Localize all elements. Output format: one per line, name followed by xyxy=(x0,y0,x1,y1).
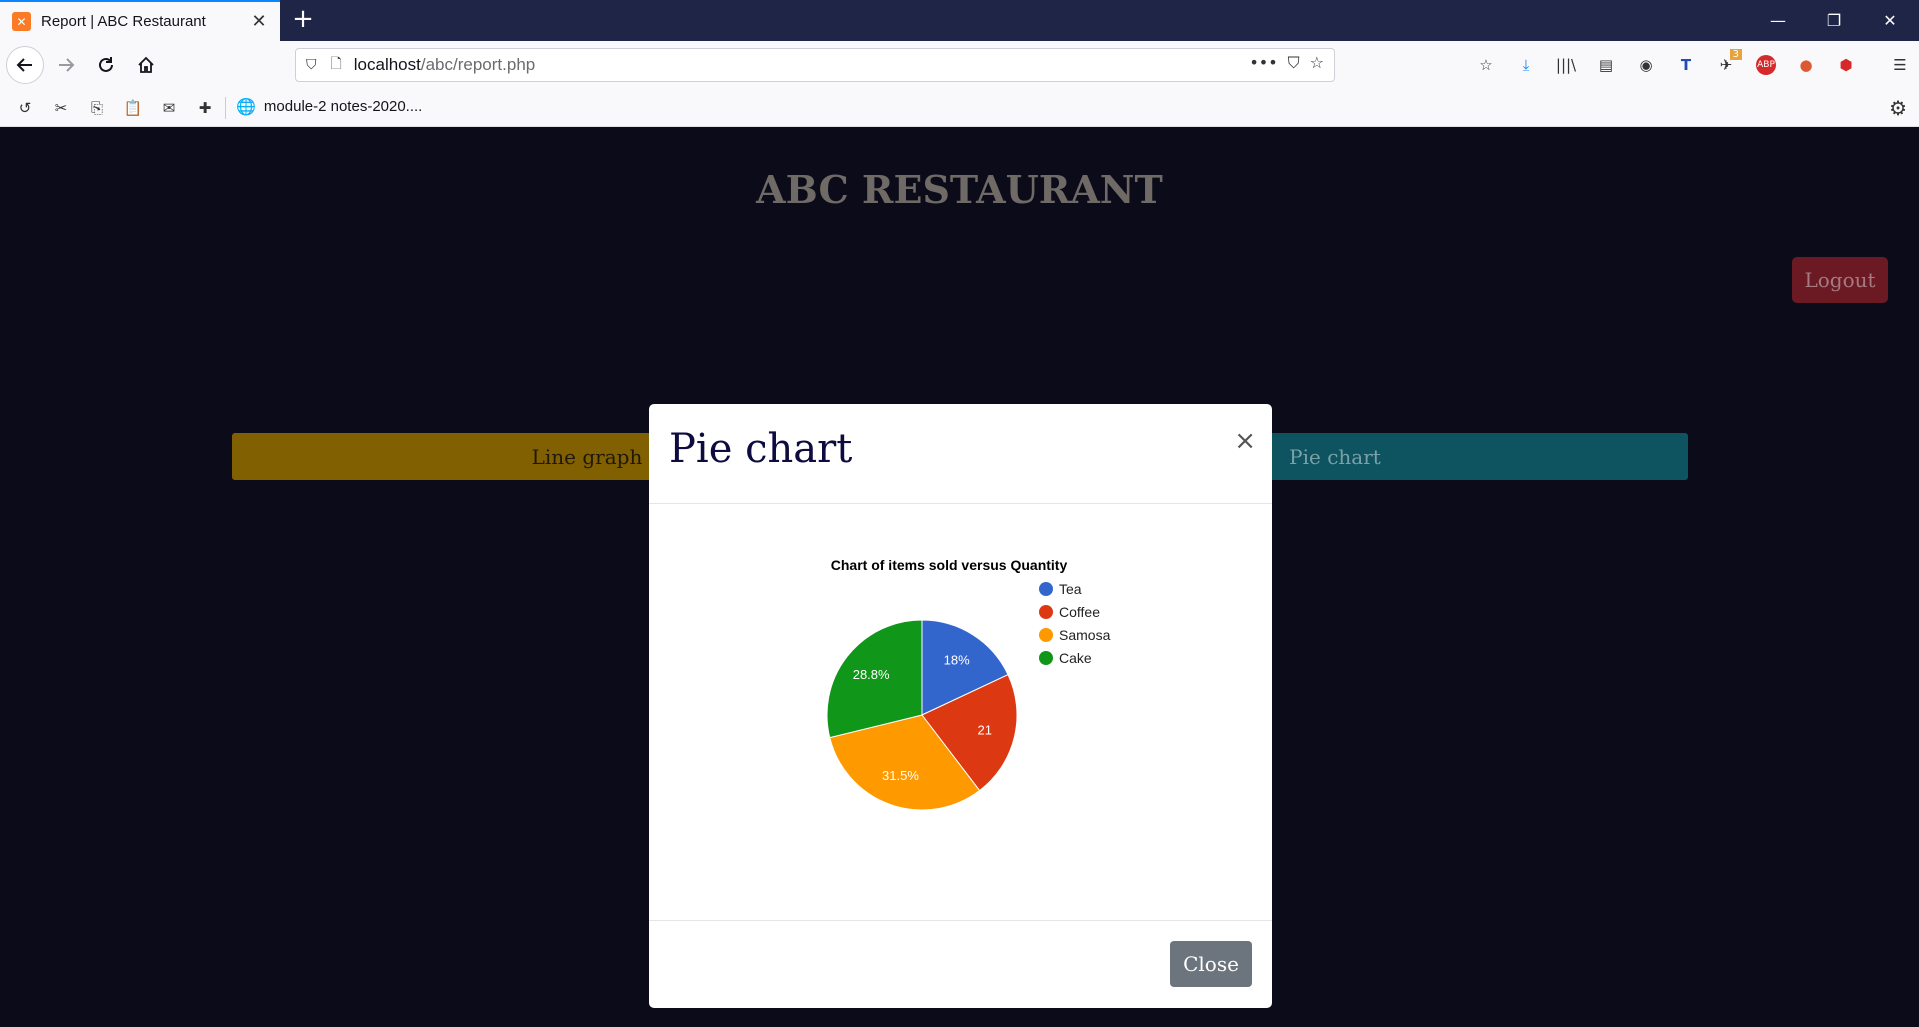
close-button[interactable]: Close xyxy=(1170,941,1252,987)
legend-swatch xyxy=(1039,628,1053,642)
download-icon[interactable]: ⤓ xyxy=(1510,49,1542,81)
tab-close-icon[interactable]: ✕ xyxy=(248,11,270,32)
email-icon[interactable]: ✉ xyxy=(154,96,184,120)
modal-footer: Close xyxy=(649,920,1272,1008)
legend-swatch xyxy=(1039,651,1053,665)
duckduckgo-icon[interactable]: ● xyxy=(1790,49,1822,81)
legend-label: Cake xyxy=(1059,650,1092,666)
legend-label: Tea xyxy=(1059,581,1082,597)
legend-item-coffee[interactable]: Coffee xyxy=(1039,604,1100,620)
minimize-icon[interactable]: — xyxy=(1750,0,1806,41)
navigation-bar: ⛉ 🗋 localhost/abc/report.php ••• ⛉ ☆ ☆ ⤓… xyxy=(0,41,1919,89)
legend-label: Coffee xyxy=(1059,604,1100,620)
page-actions-icon[interactable]: ••• xyxy=(1249,53,1277,73)
logout-button[interactable]: Logout xyxy=(1792,257,1888,303)
reading-list-icon[interactable]: ☆ xyxy=(1470,49,1502,81)
extension-badge-icon[interactable]: ✈ 3 xyxy=(1710,49,1742,81)
tracking-shield-icon[interactable]: ⛉ xyxy=(306,57,317,73)
library-icon[interactable]: |||\ xyxy=(1550,49,1582,81)
bookmark-separator xyxy=(225,97,226,119)
legend-swatch xyxy=(1039,605,1053,619)
globe-icon: 🌐 xyxy=(236,97,256,116)
history-icon[interactable]: ↺ xyxy=(10,96,40,120)
legend-item-samosa[interactable]: Samosa xyxy=(1039,627,1111,643)
paste-icon[interactable]: 📋 xyxy=(118,96,148,120)
pie-chart-modal: Pie chart × Chart of items sold versus Q… xyxy=(649,404,1272,1008)
browser-tab[interactable]: ✕ Report | ABC Restaurant ✕ xyxy=(0,0,280,41)
modal-title: Pie chart xyxy=(669,426,853,472)
addons-icon[interactable]: ✚ xyxy=(190,96,220,120)
adblock-icon[interactable]: ABP xyxy=(1750,49,1782,81)
copy-icon[interactable]: ⎘ xyxy=(82,96,112,120)
pie-chart: Chart of items sold versus Quantity 18% 2… xyxy=(826,557,1111,811)
new-tab-icon[interactable]: + xyxy=(289,6,317,34)
chart-title: Chart of items sold versus Quantity xyxy=(831,557,1068,573)
page-title: ABC RESTAURANT xyxy=(756,167,1163,212)
legend-swatch xyxy=(1039,582,1053,596)
account-icon[interactable]: ◉ xyxy=(1630,49,1662,81)
url-text: localhost/abc/report.php xyxy=(353,55,536,74)
slice-label-coffee: 21 xyxy=(978,722,992,737)
forward-arrow-icon[interactable] xyxy=(50,49,82,81)
home-icon[interactable] xyxy=(130,49,162,81)
cut-icon[interactable]: ✂ xyxy=(46,96,76,120)
pocket-icon[interactable]: ⛉ xyxy=(1288,53,1300,73)
reload-icon[interactable] xyxy=(90,49,122,81)
ublock-icon[interactable]: ⬢ xyxy=(1830,49,1862,81)
legend-label: Samosa xyxy=(1059,627,1111,643)
slice-label-cake: 28.8% xyxy=(853,667,890,682)
address-bar[interactable]: ⛉ 🗋 localhost/abc/report.php ••• ⛉ ☆ xyxy=(295,48,1335,82)
modal-header: Pie chart × xyxy=(649,404,1272,504)
page-body: ABC RESTAURANT Logout Line graph Pie cha… xyxy=(0,127,1919,1027)
sidebar-icon[interactable]: ▤ xyxy=(1590,49,1622,81)
back-arrow-icon[interactable] xyxy=(6,46,44,84)
settings-gear-icon[interactable]: ⚙ xyxy=(1889,96,1907,120)
bookmarks-bar: ↺ ✂ ⎘ 📋 ✉ ✚ 🌐 module-2 notes-2020.... ⚙ xyxy=(0,89,1919,127)
xampp-favicon-icon: ✕ xyxy=(12,12,31,31)
menu-icon[interactable]: ☰ xyxy=(1884,49,1916,81)
bookmark-item[interactable]: 🌐 module-2 notes-2020.... xyxy=(236,97,422,116)
legend-item-cake[interactable]: Cake xyxy=(1039,650,1092,666)
restore-icon[interactable]: ❐ xyxy=(1806,0,1862,41)
bookmark-star-icon[interactable]: ☆ xyxy=(1310,53,1324,73)
modal-close-icon[interactable]: × xyxy=(1234,426,1256,456)
translate-extension-icon[interactable]: T xyxy=(1670,49,1702,81)
legend-item-tea[interactable]: Tea xyxy=(1039,581,1082,597)
slice-label-tea: 18% xyxy=(944,652,970,667)
slice-label-samosa: 31.5% xyxy=(882,768,919,783)
page-info-icon[interactable]: 🗋 xyxy=(331,53,342,77)
tab-title: Report | ABC Restaurant xyxy=(41,13,206,30)
window-close-icon[interactable]: ✕ xyxy=(1862,0,1918,41)
tab-bar: ✕ Report | ABC Restaurant ✕ + — ❐ ✕ xyxy=(0,0,1919,41)
